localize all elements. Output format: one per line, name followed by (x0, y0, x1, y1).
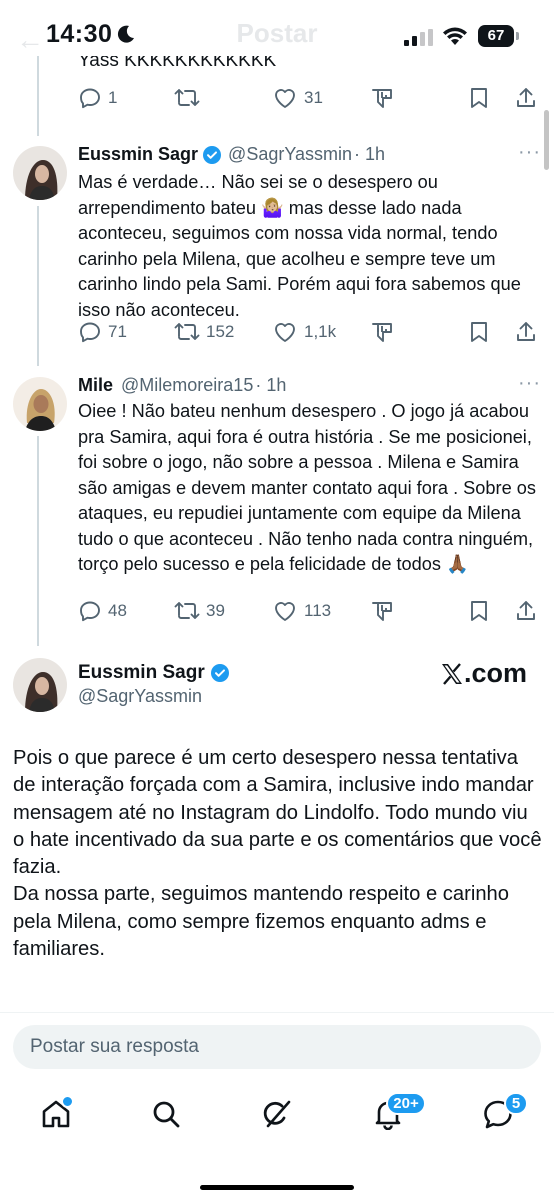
author-handle[interactable]: @Milemoreira15 (121, 375, 253, 396)
author-name[interactable]: Mile (78, 375, 113, 396)
battery-tip (516, 32, 519, 40)
divider (0, 1012, 554, 1013)
reply-button[interactable]: 71 (78, 320, 127, 344)
thread-line (37, 56, 39, 136)
share-icon (517, 88, 535, 107)
retweet-button[interactable]: 152 (174, 320, 234, 344)
like-icon (275, 602, 295, 621)
share-icon (517, 601, 535, 620)
tweet-header: Mile @Milemoreira15 · 1h (78, 375, 286, 396)
moon-icon (117, 25, 134, 43)
x-logo-icon (442, 662, 462, 685)
retweet-icon (174, 323, 200, 340)
retweet-button[interactable] (174, 86, 200, 110)
retweet-icon (174, 89, 200, 106)
wifi-icon (443, 27, 467, 45)
analytics-icon (372, 323, 392, 342)
grok-icon (263, 1100, 291, 1128)
bookmark-icon (471, 601, 487, 621)
retweet-count: 39 (206, 601, 225, 620)
like-button[interactable]: 113 (272, 599, 331, 623)
reply-icon (80, 88, 100, 109)
x-logo-watermark: .com (440, 658, 527, 689)
share-button[interactable] (514, 320, 538, 344)
nav-grok[interactable] (260, 1098, 292, 1135)
battery-indicator: 67 (478, 25, 514, 47)
like-icon (275, 323, 295, 342)
like-count: 113 (304, 601, 332, 620)
tweet-text: Oiee ! Não bateu nenhum desespero . O jo… (78, 401, 536, 574)
bottom-nav: 20+ 5 (0, 1080, 554, 1160)
avatar[interactable] (13, 146, 67, 200)
thread-line (37, 206, 39, 366)
avatar[interactable] (13, 377, 67, 431)
search-icon (153, 1101, 180, 1128)
reply-button[interactable]: 48 (78, 599, 127, 623)
share-icon (517, 322, 535, 341)
share-button[interactable] (514, 86, 538, 110)
retweet-count: 152 (206, 322, 235, 341)
tweet-actions: 1 31 (78, 86, 538, 116)
signal-icon (404, 29, 433, 46)
like-count: 31 (304, 88, 323, 107)
analytics-icon (372, 602, 392, 621)
retweet-button[interactable]: 39 (174, 599, 225, 623)
verified-icon (210, 664, 229, 682)
retweet-icon (174, 602, 200, 619)
bookmark-icon (471, 322, 487, 342)
reply-input[interactable]: Postar sua resposta (13, 1025, 541, 1069)
bookmark-icon (471, 88, 487, 108)
author-handle[interactable]: @SagrYassmin (228, 144, 352, 165)
main-tweet-author[interactable]: Eussmin Sagr (78, 662, 230, 684)
home-notification-dot (61, 1095, 74, 1108)
analytics-button[interactable] (370, 86, 394, 110)
avatar[interactable] (13, 658, 67, 712)
author-name[interactable]: Eussmin Sagr (78, 144, 198, 165)
thread-line (37, 436, 39, 646)
like-icon (275, 89, 295, 108)
messages-badge: 5 (504, 1092, 528, 1115)
reply-count: 48 (108, 601, 127, 620)
main-tweet-text: Pois o que parece é um certo desespero n… (13, 747, 542, 961)
home-indicator (200, 1185, 354, 1190)
analytics-button[interactable] (370, 599, 394, 623)
tweet-text: Mas é verdade… Não sei se o desespero ou… (78, 172, 521, 320)
tweet-time: · 1h (255, 375, 287, 395)
nav-notifications[interactable]: 20+ (372, 1092, 426, 1135)
more-options-icon[interactable]: ··· (518, 372, 541, 395)
author-name: Eussmin Sagr (78, 662, 205, 683)
notifications-badge: 20+ (386, 1092, 426, 1115)
analytics-button[interactable] (370, 320, 394, 344)
reply-count: 1 (108, 88, 118, 107)
tweet-actions: 71 152 1,1k (78, 320, 538, 350)
reply-button[interactable]: 1 (78, 86, 117, 110)
tweet-time: · 1h (354, 144, 386, 164)
more-options-icon[interactable]: ··· (518, 141, 541, 164)
reply-icon (80, 601, 100, 622)
like-count: 1,1k (304, 322, 337, 341)
status-time: 14:30 (46, 20, 113, 48)
verified-icon (203, 145, 222, 164)
bookmark-button[interactable] (468, 599, 490, 623)
bookmark-button[interactable] (468, 320, 490, 344)
like-button[interactable]: 1,1k (272, 320, 336, 344)
bookmark-button[interactable] (468, 86, 490, 110)
nav-home[interactable] (40, 1095, 74, 1135)
reply-icon (80, 322, 100, 343)
like-button[interactable]: 31 (272, 86, 323, 110)
reply-count: 71 (108, 322, 127, 341)
analytics-icon (372, 89, 392, 108)
nav-search[interactable] (150, 1098, 182, 1135)
nav-messages[interactable]: 5 (482, 1092, 528, 1135)
tweet-header: Eussmin Sagr @SagrYassmin · 1h (78, 144, 385, 165)
share-button[interactable] (514, 599, 538, 623)
author-handle[interactable]: @SagrYassmin (78, 686, 202, 707)
scrollbar[interactable] (544, 110, 549, 170)
previous-tweet-text: Yass KKKKKKKKKKKK (78, 56, 277, 71)
tweet-actions: 48 39 113 (78, 599, 538, 629)
